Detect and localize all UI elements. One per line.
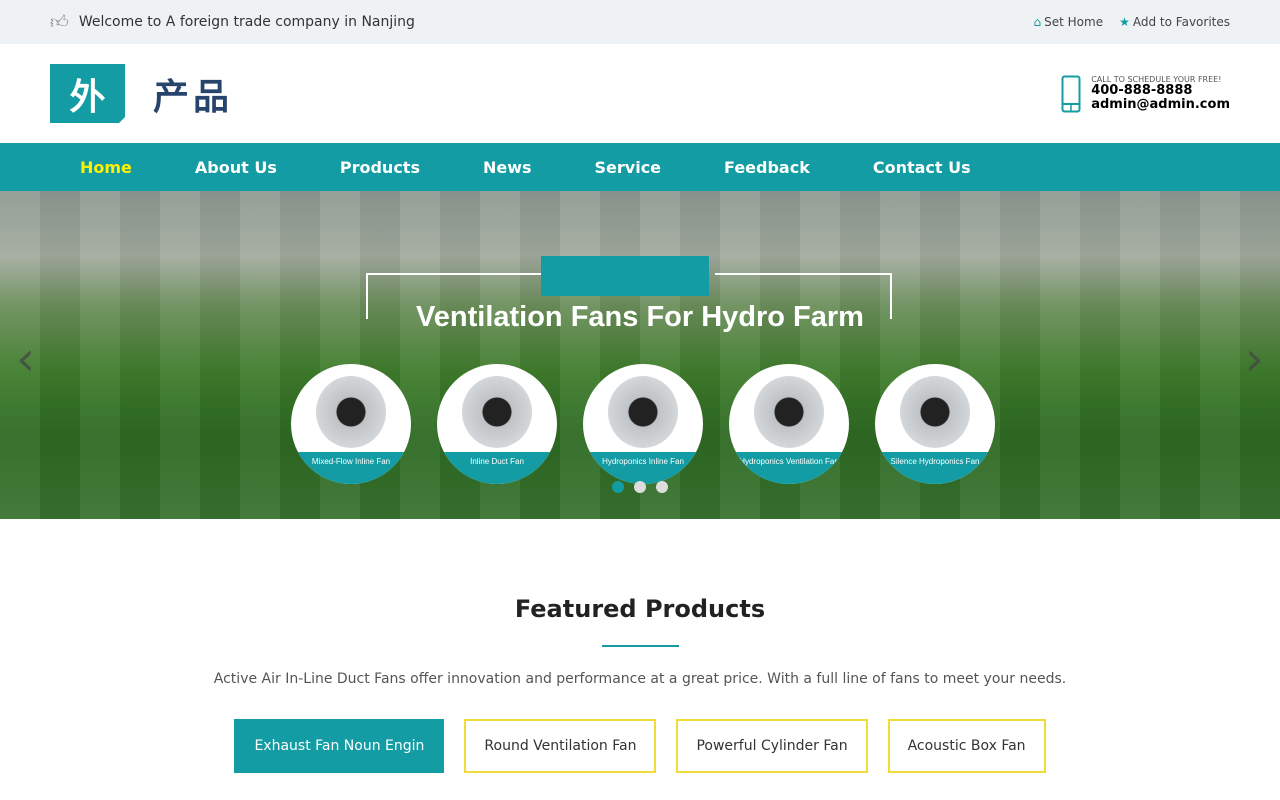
next-slide-icon[interactable]: › xyxy=(1245,331,1264,387)
email[interactable]: admin@admin.com xyxy=(1091,98,1230,112)
nav-contact-us[interactable]: Contact Us xyxy=(873,158,971,177)
logo-text: 产品 xyxy=(153,76,234,118)
star-icon: ★ xyxy=(1119,15,1130,29)
tab-powerful-cylinder-fan[interactable]: Powerful Cylinder Fan xyxy=(676,719,868,773)
slide-dot-2[interactable] xyxy=(634,481,646,493)
nav-home[interactable]: Home xyxy=(80,158,132,177)
nav-service[interactable]: Service xyxy=(595,158,662,177)
product-tabs: Exhaust Fan Noun Engin Round Ventilation… xyxy=(0,719,1280,773)
contact-info: CALL TO SCHEDULE YOUR FREE! 400-888-8888… xyxy=(1061,75,1230,113)
prev-slide-icon[interactable]: ‹ xyxy=(16,331,35,387)
fan-image xyxy=(900,376,970,448)
slide-dot-3[interactable] xyxy=(656,481,668,493)
fan-item[interactable]: Mixed-Flow Inline Fan xyxy=(291,364,411,484)
set-home-link[interactable]: ⌂ Set Home xyxy=(1034,15,1104,29)
title-accent xyxy=(541,256,709,296)
tab-exhaust-fan[interactable]: Exhaust Fan Noun Engin xyxy=(234,719,445,773)
fan-image xyxy=(754,376,824,448)
fan-item[interactable]: Inline Duct Fan xyxy=(437,364,557,484)
tab-round-ventilation-fan[interactable]: Round Ventilation Fan xyxy=(464,719,657,773)
main-nav: Home About Us Products News Service Feed… xyxy=(0,143,1280,191)
home-icon: ⌂ xyxy=(1033,15,1042,29)
add-favorites-link[interactable]: ★ Add to Favorites xyxy=(1119,15,1230,29)
fan-image xyxy=(316,376,386,448)
thumbs-up-icon: 👍︎ xyxy=(50,12,69,33)
fan-item[interactable]: Silence Hydroponics Fan xyxy=(875,364,995,484)
slide-dots xyxy=(612,481,668,493)
featured-products: Featured Products Active Air In-Line Duc… xyxy=(0,519,1280,773)
logo-mark: 外 xyxy=(50,64,125,123)
logo[interactable]: 外 产品 xyxy=(50,64,233,123)
slide-dot-1[interactable] xyxy=(612,481,624,493)
fan-image xyxy=(608,376,678,448)
nav-products[interactable]: Products xyxy=(340,158,420,177)
tab-acoustic-box-fan[interactable]: Acoustic Box Fan xyxy=(887,719,1046,773)
nav-news[interactable]: News xyxy=(483,158,532,177)
fan-list: Mixed-Flow Inline Fan Inline Duct Fan Hy… xyxy=(291,364,995,484)
fan-item[interactable]: Hydroponics Ventilation Fan xyxy=(729,364,849,484)
welcome-text: Welcome to A foreign trade company in Na… xyxy=(78,14,415,30)
header: 外 产品 CALL TO SCHEDULE YOUR FREE! 400-888… xyxy=(0,44,1280,143)
phone-icon xyxy=(1061,75,1081,112)
hero-banner[interactable]: Ventilation Fans For Hydro Farm Mixed-Fl… xyxy=(0,191,1280,519)
section-title: Featured Products xyxy=(514,595,766,623)
fan-image xyxy=(462,376,532,448)
phone-number: 400-888-8888 xyxy=(1091,83,1193,98)
section-description: Active Air In-Line Duct Fans offer innov… xyxy=(213,671,1067,687)
fan-item[interactable]: Hydroponics Inline Fan xyxy=(583,364,703,484)
top-bar: 👍︎ Welcome to A foreign trade company in … xyxy=(0,0,1280,44)
title-underline xyxy=(601,645,679,647)
nav-feedback[interactable]: Feedback xyxy=(724,158,810,177)
banner-title: Ventilation Fans For Hydro Farm xyxy=(416,301,864,333)
nav-about-us[interactable]: About Us xyxy=(195,158,277,177)
